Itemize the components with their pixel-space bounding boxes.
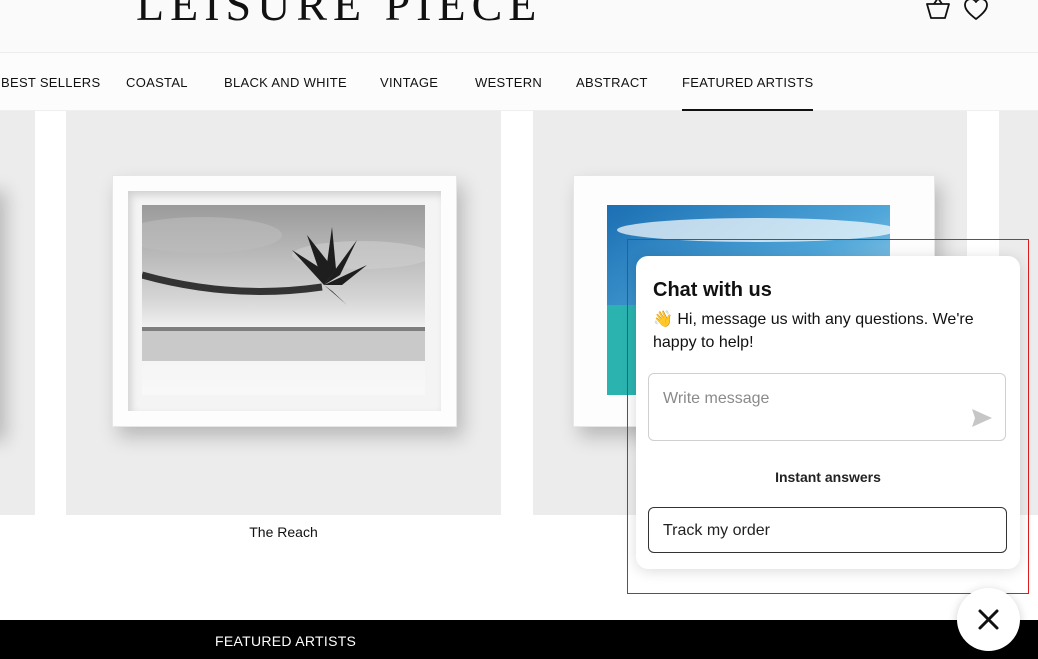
track-my-order-label: Track my order (663, 522, 770, 539)
close-icon (978, 609, 999, 630)
footer-section-label[interactable]: FEATURED ARTISTS (215, 633, 356, 649)
chat-title: Chat with us (653, 279, 772, 301)
basket-icon[interactable] (925, 0, 951, 24)
brand-logo[interactable]: LEISURE PIECE (136, 0, 542, 28)
send-icon[interactable] (971, 407, 993, 429)
nav-item-vintage[interactable]: VINTAGE (380, 75, 438, 90)
nav-item-best-sellers[interactable]: BEST SELLERS (1, 75, 100, 90)
palm-beach-photo (142, 205, 425, 395)
product-image-partial-left[interactable] (0, 111, 35, 515)
message-input[interactable]: Write message (648, 373, 1006, 441)
product-image-the-reach[interactable] (66, 111, 501, 515)
track-my-order-button[interactable]: Track my order (648, 507, 1007, 553)
heart-icon[interactable] (963, 0, 989, 24)
nav-item-coastal[interactable]: COASTAL (126, 75, 188, 90)
nav-item-abstract[interactable]: ABSTRACT (576, 75, 648, 90)
category-nav: BEST SELLERS COASTAL BLACK AND WHITE VIN… (0, 53, 1038, 111)
nav-item-western[interactable]: WESTERN (475, 75, 542, 90)
product-title[interactable]: The Reach (66, 524, 501, 540)
instant-answers-heading: Instant answers (775, 469, 881, 485)
site-header: LEISURE PIECE (0, 0, 1038, 53)
wave-emoji-icon: 👋 (653, 311, 673, 328)
nav-item-featured-artists[interactable]: FEATURED ARTISTS (682, 75, 814, 111)
chat-greeting: 👋 Hi, message us with any questions. We'… (653, 308, 1008, 354)
featured-artists-bar: FEATURED ARTISTS (0, 620, 1038, 659)
chat-widget: Chat with us 👋 Hi, message us with any q… (636, 256, 1020, 569)
chat-greeting-text: Hi, message us with any questions. We're… (653, 311, 974, 351)
nav-item-black-and-white[interactable]: BLACK AND WHITE (224, 75, 347, 90)
close-chat-button[interactable] (957, 588, 1020, 651)
message-placeholder: Write message (663, 390, 770, 407)
